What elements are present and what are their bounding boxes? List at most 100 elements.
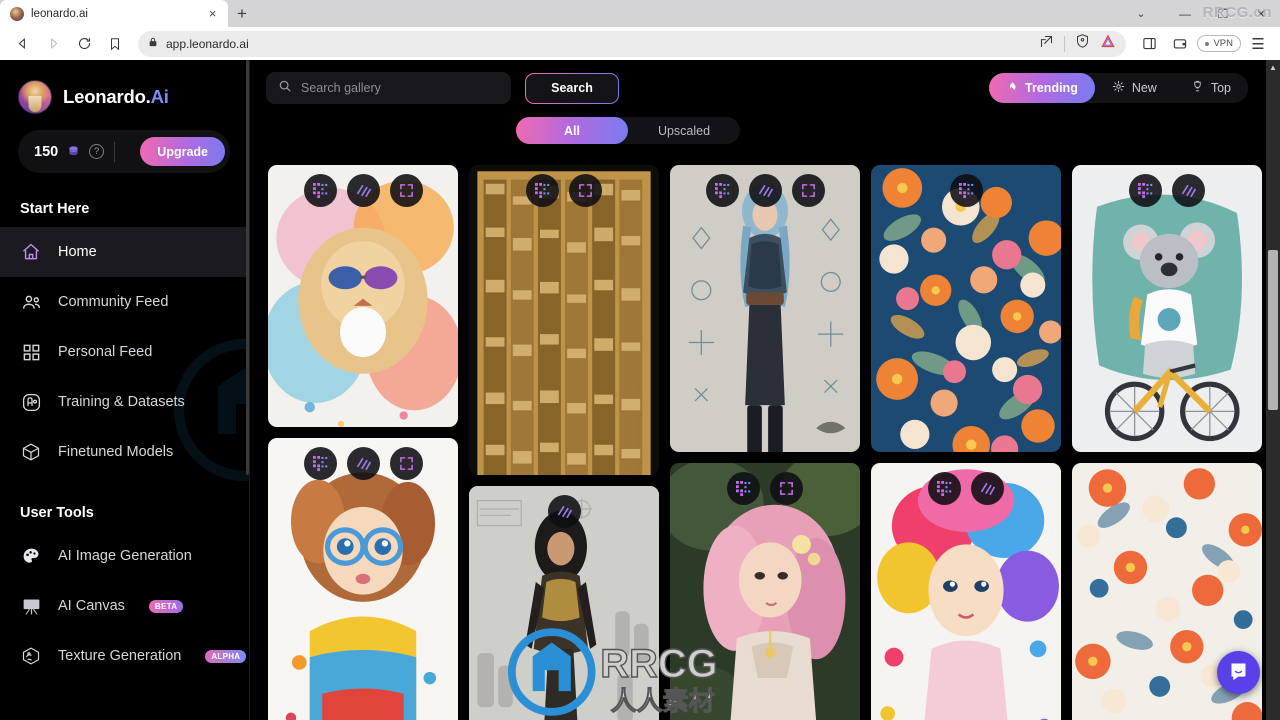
sidebar-item-ai-image-generation[interactable]: AI Image Generation <box>0 531 249 581</box>
sort-tab-label: Top <box>1210 81 1231 95</box>
card-actions <box>469 174 659 207</box>
upscale-pixels-icon[interactable] <box>1129 174 1162 207</box>
card-actions <box>268 447 458 480</box>
upscale-pixels-icon[interactable] <box>303 174 337 207</box>
bookmark-icon[interactable] <box>101 30 129 58</box>
brand[interactable]: Leonardo.Ai <box>0 60 249 114</box>
help-circle-icon[interactable]: ? <box>89 144 105 159</box>
sidebar-item-label: Community Feed <box>58 294 169 310</box>
trophy-icon <box>1191 80 1204 96</box>
brave-shield-icon[interactable] <box>1075 33 1090 54</box>
community-users-icon <box>20 291 42 313</box>
sidebar-item-finetuned-models[interactable]: Finetuned Models <box>0 427 249 477</box>
tab-favicon-icon <box>10 6 24 21</box>
tab-all[interactable]: All <box>516 117 628 144</box>
new-tab-button[interactable]: + <box>228 0 256 27</box>
divider <box>114 141 116 162</box>
sort-tabs: Trending New Top <box>989 73 1248 103</box>
reload-button[interactable] <box>70 30 98 58</box>
sidebar-panel-icon[interactable] <box>1135 30 1163 58</box>
vpn-button[interactable]: VPN <box>1197 35 1241 52</box>
back-button[interactable] <box>8 30 36 58</box>
variations-lines-icon[interactable] <box>346 174 380 207</box>
gallery-card-koala-riding-bicycle[interactable] <box>1072 165 1262 452</box>
search-input[interactable] <box>301 81 491 95</box>
gallery-card-warrior-woman-character-sheet[interactable] <box>469 486 659 720</box>
search-button[interactable]: Search <box>525 73 619 104</box>
tab-upscaled[interactable]: Upscaled <box>628 117 740 144</box>
sidebar-scrollbar[interactable] <box>246 60 249 475</box>
browser-chrome: leonardo.ai × + ⌄ — ❐ ✕ app.leonardo.ai <box>0 0 1280 60</box>
tab-search-chevron-icon[interactable]: ⌄ <box>1116 0 1166 27</box>
tab-trending[interactable]: Trending <box>989 73 1095 103</box>
browser-tab[interactable]: leonardo.ai × <box>0 0 228 27</box>
upscale-pixels-icon[interactable] <box>727 472 760 505</box>
tab-close-icon[interactable]: × <box>205 6 220 21</box>
brave-leo-icon[interactable] <box>1100 34 1116 54</box>
expand-fullscreen-icon[interactable] <box>389 174 423 207</box>
variations-lines-icon[interactable] <box>346 447 380 480</box>
gallery-card-blue-hair-fantasy-warrior[interactable] <box>670 165 860 452</box>
sidebar-item-community-feed[interactable]: Community Feed <box>0 277 249 327</box>
minimize-button[interactable]: — <box>1166 0 1204 27</box>
image-gallery[interactable] <box>250 165 1280 720</box>
gallery-card-orange-floral-pattern[interactable] <box>871 165 1061 452</box>
gallery-card-watercolor-lion-sunglasses[interactable] <box>268 165 458 427</box>
coins-icon <box>66 144 81 160</box>
gallery-card-cartoon-girl-blue-glasses[interactable] <box>268 438 458 720</box>
gallery-card-pink-hair-elf-forest[interactable] <box>670 463 860 720</box>
brand-name-main: Leonardo. <box>63 86 151 107</box>
lock-icon <box>148 35 158 53</box>
forward-button[interactable] <box>39 30 67 58</box>
sidebar-item-personal-feed[interactable]: Personal Feed <box>0 327 249 377</box>
upscale-pixels-icon[interactable] <box>303 447 337 480</box>
tab-top[interactable]: Top <box>1174 73 1248 103</box>
intercom-chat-button[interactable] <box>1217 651 1260 694</box>
card-image <box>268 438 458 720</box>
intercom-chat-icon <box>1228 660 1249 686</box>
address-bar[interactable]: app.leonardo.ai <box>138 30 1127 57</box>
expand-fullscreen-icon[interactable] <box>770 472 803 505</box>
sidebar-item-ai-canvas[interactable]: AI Canvas BETA <box>0 581 249 631</box>
sidebar-item-texture-generation[interactable]: Texture Generation ALPHA <box>0 631 249 681</box>
page-scrollbar[interactable]: ▲ <box>1266 60 1280 720</box>
scrollbar-thumb[interactable] <box>1268 250 1278 410</box>
upscale-pixels-icon[interactable] <box>526 174 559 207</box>
expand-fullscreen-icon[interactable] <box>569 174 602 207</box>
expand-fullscreen-icon[interactable] <box>791 174 825 207</box>
gallery-card-egyptian-hieroglyph-tablet[interactable] <box>469 165 659 475</box>
scroll-up-arrow-icon[interactable]: ▲ <box>1266 60 1280 74</box>
status-badge: BETA <box>148 599 184 613</box>
wallet-icon[interactable] <box>1166 30 1194 58</box>
upscale-pixels-icon[interactable] <box>928 472 961 505</box>
expand-fullscreen-icon[interactable] <box>389 447 423 480</box>
sidebar-item-label: AI Image Generation <box>58 548 192 564</box>
sidebar-item-training-datasets[interactable]: Training & Datasets <box>0 377 249 427</box>
card-actions <box>871 472 1061 505</box>
card-image <box>871 165 1061 452</box>
brand-name-suffix: Ai <box>150 86 169 107</box>
home-icon <box>20 241 42 263</box>
sort-tab-label: Trending <box>1025 81 1078 95</box>
watermark-top-right: RRCG.cn <box>1202 4 1272 21</box>
upscale-pixels-icon[interactable] <box>705 174 739 207</box>
sidebar-item-label: Finetuned Models <box>58 444 174 460</box>
upscale-pixels-icon[interactable] <box>949 174 983 207</box>
variations-lines-icon[interactable] <box>1172 174 1205 207</box>
variations-lines-icon[interactable] <box>547 495 581 528</box>
variations-lines-icon[interactable] <box>971 472 1004 505</box>
sidebar-item-home[interactable]: Home <box>0 227 249 277</box>
sidebar-item-label: Home <box>58 244 97 260</box>
grid-squares-icon <box>20 341 42 363</box>
upgrade-button[interactable]: Upgrade <box>140 137 225 166</box>
browser-menu-button[interactable]: ☰ <box>1244 30 1272 58</box>
sparkle-icon <box>1112 80 1125 96</box>
tab-new[interactable]: New <box>1095 73 1174 103</box>
card-actions <box>670 472 860 505</box>
sidebar-item-label: Personal Feed <box>58 344 153 360</box>
gallery-card-colorful-hair-portrait[interactable] <box>871 463 1061 720</box>
flame-icon <box>1006 80 1018 96</box>
search-field[interactable] <box>266 72 511 104</box>
share-icon[interactable] <box>1039 34 1054 54</box>
variations-lines-icon[interactable] <box>748 174 782 207</box>
